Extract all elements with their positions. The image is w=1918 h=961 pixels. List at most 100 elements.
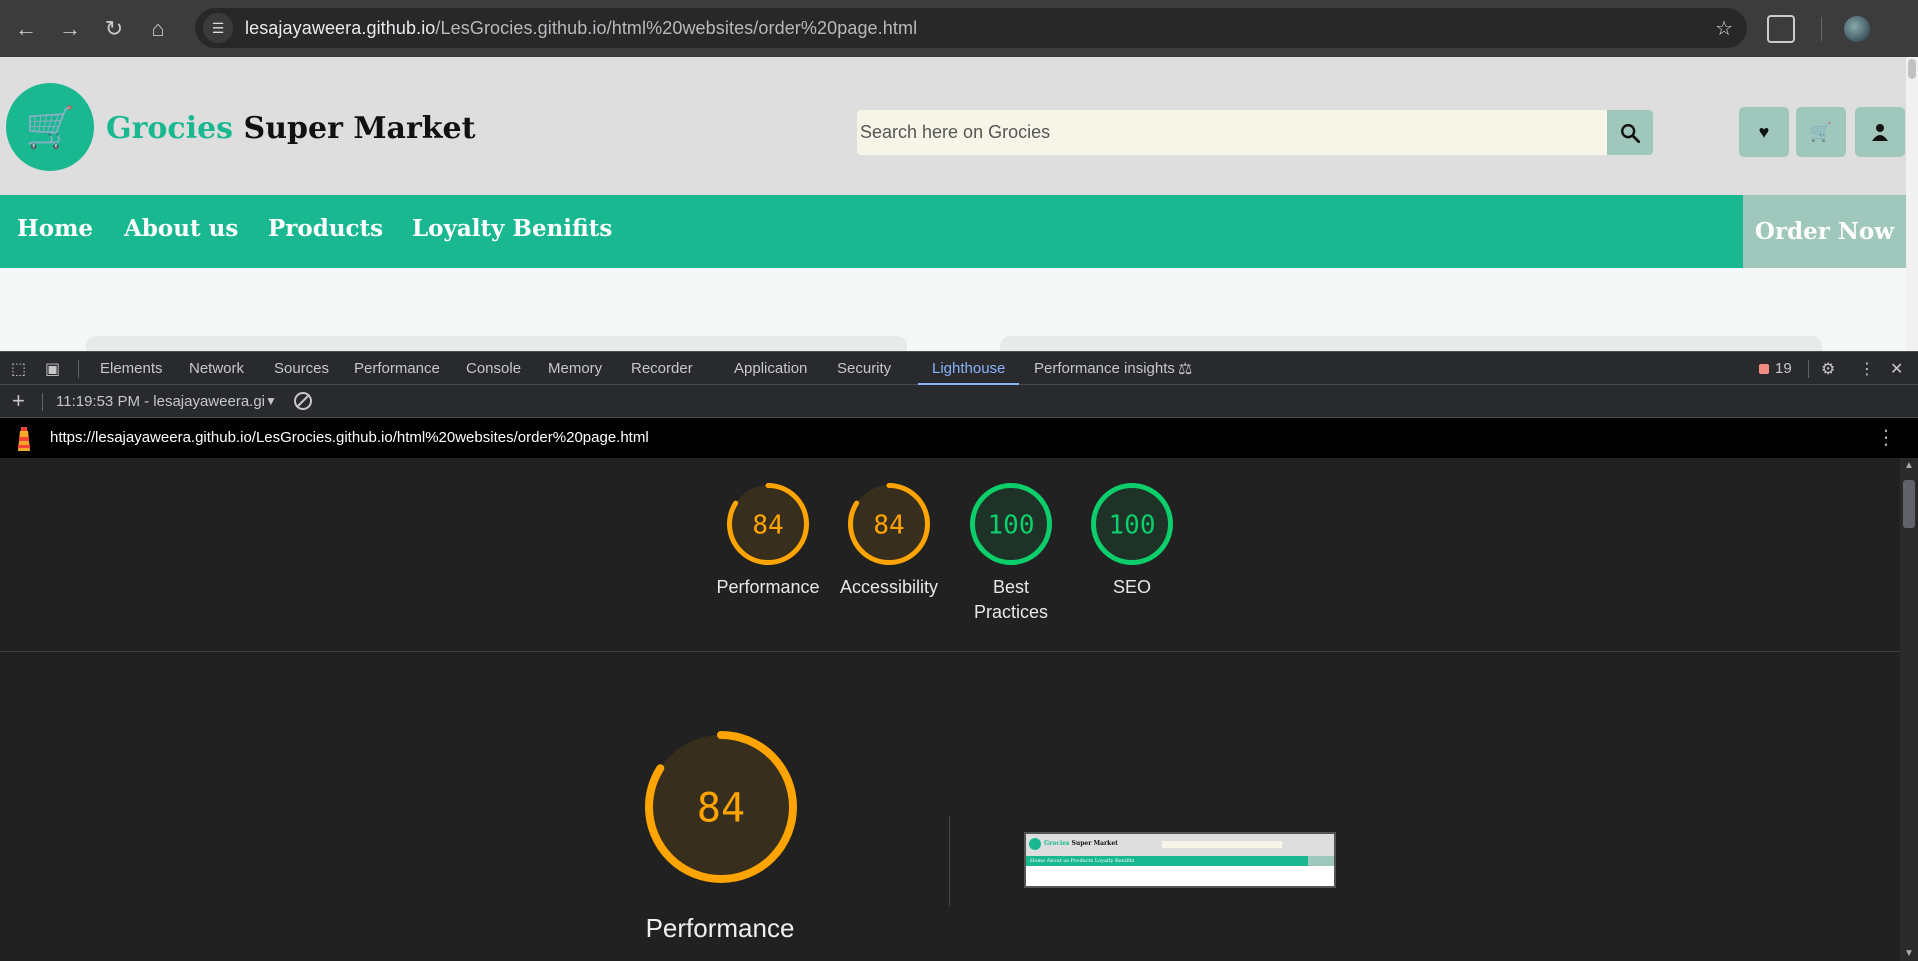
tab-recorder[interactable]: Recorder [631,352,693,385]
gauge-label: Best Practices [973,577,1049,622]
nav-products[interactable]: Products [268,215,383,242]
tab-application[interactable]: Application [734,352,807,385]
profile-avatar[interactable] [1844,15,1870,42]
tab-security[interactable]: Security [837,352,891,385]
wishlist-button[interactable]: ♥ [1739,107,1789,157]
tab-network[interactable]: Network [189,352,244,385]
report-selector[interactable]: 11:19:53 PM - lesajayaweera.gi [56,393,265,410]
scroll-down-icon[interactable]: ▼ [1904,948,1914,959]
new-report-plus-icon[interactable]: + [12,388,25,414]
content-card [1000,336,1822,351]
report-scrollbar[interactable]: ▲ ▼ [1900,458,1918,961]
svg-text:100: 100 [1109,510,1156,540]
thumbnail-order [1308,856,1334,866]
score-ring: 100 [1091,483,1173,565]
final-screenshot-thumbnail[interactable]: Grocies Super Market Home About us Produ… [1024,832,1336,888]
forward-arrow-icon[interactable]: → [48,7,92,51]
thumbnail-nav-links: Home About us Products Loyalty Benifits [1030,858,1135,864]
cart-icon: 🛒 [1809,121,1833,142]
gauge-performance[interactable]: 84 Performance [708,483,828,600]
tab-sources[interactable]: Sources [274,352,329,385]
chevron-down-icon[interactable]: ▼ [265,394,277,408]
lighthouse-logo-icon [18,427,30,451]
toolbar-divider [1821,16,1822,41]
back-arrow-icon[interactable]: ← [4,7,48,51]
browser-toolbar: ← → ↻ ⌂ ☰ lesajayaweera.github.io/LesGro… [0,0,1918,57]
devtools-divider [1808,360,1809,378]
more-options-icon[interactable]: ⋮ [1859,359,1875,379]
account-button[interactable] [1855,107,1905,157]
audited-url[interactable]: https://lesajayaweera.github.io/LesGroci… [50,429,649,446]
gauge-best-practices[interactable]: 100 Best Practices [951,483,1071,625]
thumbnail-brand-rest: Super Market [1069,840,1118,847]
thumbnail-brand: Grocies Super Market [1044,840,1118,847]
cart-button[interactable]: 🛒 [1796,107,1846,157]
score-ring: 84 [848,483,930,565]
svg-text:84: 84 [752,510,783,540]
gauge-seo[interactable]: 100 SEO [1072,483,1192,600]
close-devtools-icon[interactable]: ✕ [1890,359,1903,379]
bookmark-star-icon[interactable]: ☆ [1715,16,1733,41]
user-icon [1872,124,1888,141]
gauge-label: Performance [716,577,820,597]
website-viewport: 🛒 Grocies Super Market Search here on Gr… [0,57,1906,351]
section-divider [0,651,1900,652]
lighthouse-report: 84 Performance 84 Accessibility 100 Best… [0,458,1900,961]
gauge-label: Accessibility [839,577,939,597]
svg-text:84: 84 [697,785,745,831]
main-score-ring: 84 [645,731,797,883]
nav-loyalty-benifits[interactable]: Loyalty Benifits [412,215,612,242]
svg-text:84: 84 [873,510,904,540]
heart-icon: ♥ [1758,121,1770,142]
devtools-tab-strip: ⬚ ▣ Elements Network Sources Performance… [0,351,1918,385]
home-icon[interactable]: ⌂ [136,7,180,51]
report-menu-icon[interactable]: ⋮ [1876,425,1896,450]
tab-lighthouse[interactable]: Lighthouse [918,352,1020,385]
site-search-button[interactable] [1607,110,1653,155]
search-icon [1621,123,1641,143]
site-brand[interactable]: Grocies Super Market [106,111,476,146]
experimental-flask-icon: ⚖ [1178,361,1193,378]
tab-performance[interactable]: Performance [354,352,440,385]
url-host: lesajayaweera.github.io [245,17,436,38]
site-scrollbar-thumb[interactable] [1908,59,1916,79]
main-gauge-label: Performance [645,913,795,943]
tab-console[interactable]: Console [466,352,521,385]
lighthouse-toolbar: + 11:19:53 PM - lesajayaweera.gi ▼ [0,385,1918,418]
svg-text:100: 100 [988,510,1035,540]
main-performance-gauge[interactable]: 84 [645,731,797,883]
inspect-element-icon[interactable]: ⬚ [11,359,26,379]
toolbar-divider [42,393,43,411]
site-scrollbar[interactable] [1906,57,1918,351]
site-info-icon[interactable]: ☰ [203,13,233,43]
site-search-input[interactable]: Search here on Grocies [857,110,1607,155]
clear-reports-icon[interactable] [294,392,312,410]
lighthouse-url-bar: https://lesajayaweera.github.io/LesGroci… [0,418,1918,458]
settings-gear-icon[interactable]: ⚙ [1821,359,1835,379]
issues-counter[interactable]: 19 [1759,360,1792,377]
device-toolbar-icon[interactable]: ▣ [45,359,60,379]
nav-home[interactable]: Home [17,215,93,242]
site-header: 🛒 Grocies Super Market Search here on Gr… [0,57,1906,195]
address-bar[interactable]: ☰ lesajayaweera.github.io/LesGrocies.git… [195,8,1747,48]
gauge-accessibility[interactable]: 84 Accessibility [829,483,949,600]
scroll-up-icon[interactable]: ▲ [1904,460,1914,471]
vertical-divider [949,816,950,906]
reload-icon[interactable]: ↻ [92,7,136,51]
brand-rest: Super Market [233,111,476,146]
tab-memory[interactable]: Memory [548,352,602,385]
cart-logo-icon[interactable]: 🛒 [6,83,94,171]
score-ring: 84 [727,483,809,565]
tab-performance-insights[interactable]: Performance insights [1034,352,1175,385]
order-now-button[interactable]: Order Now [1743,195,1906,268]
address-url[interactable]: lesajayaweera.github.io/LesGrocies.githu… [245,18,917,39]
report-scrollbar-thumb[interactable] [1903,480,1915,528]
site-nav-bar: Home About us Products Loyalty Benifits … [0,195,1906,268]
issue-flag-icon [1759,363,1769,374]
thumbnail-logo [1029,838,1041,850]
issues-count: 19 [1775,360,1792,377]
brand-accent: Grocies [106,111,234,146]
nav-about-us[interactable]: About us [124,215,238,242]
extensions-icon[interactable] [1767,14,1795,43]
tab-elements[interactable]: Elements [100,352,163,385]
